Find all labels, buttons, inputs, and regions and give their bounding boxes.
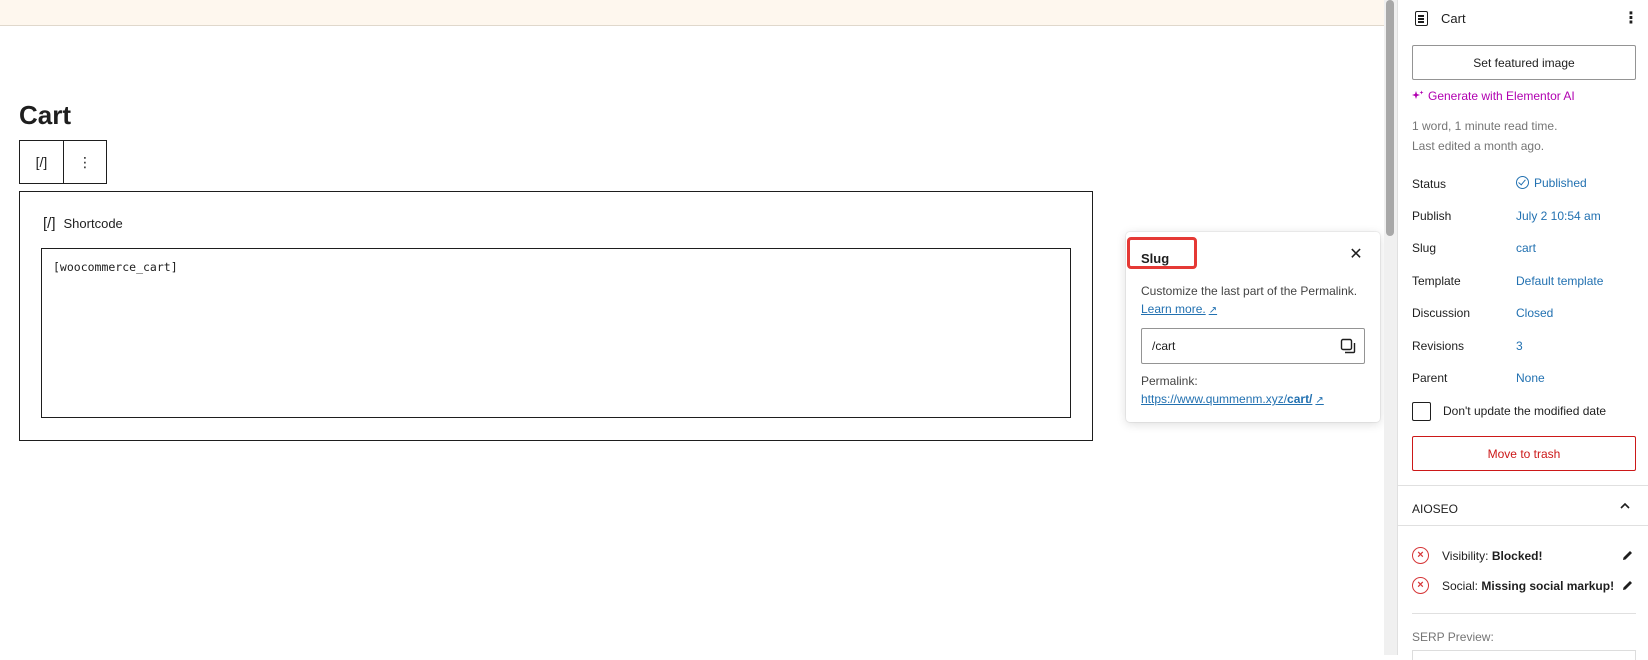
revisions-value[interactable]: 3 [1516,339,1523,353]
status-label: Status [1412,177,1447,191]
shortcode-label-text: Shortcode [63,216,123,231]
publish-date-value[interactable]: July 2 10:54 am [1516,209,1601,223]
parent-value[interactable]: None [1516,371,1545,385]
slug-input-value: /cart [1152,339,1176,353]
elementor-ai-text: Generate with Elementor AI [1428,89,1575,103]
template-label: Template [1412,274,1461,288]
word-count: 1 word, 1 minute read time. [1412,119,1558,133]
social-status: Social: Missing social markup! [1442,579,1614,593]
status-value[interactable]: Published [1516,176,1587,190]
aioseo-panel-title[interactable]: AIOSEO [1412,502,1458,516]
section-divider [1398,485,1648,486]
serp-preview-box [1412,650,1636,660]
external-link-icon: ↗ [1315,395,1324,406]
external-link-icon: ↗ [1208,305,1218,316]
elementor-ai-link[interactable]: Generate with Elementor AI [1412,89,1575,103]
modified-date-label: Don't update the modified date [1443,404,1607,418]
chevron-up-icon[interactable] [1620,501,1630,511]
published-check-icon [1516,176,1529,189]
shortcode-textarea[interactable]: [woocommerce_cart] [41,248,1071,418]
copy-icon[interactable] [1340,338,1356,354]
section-divider [1412,613,1636,614]
slug-label: Slug [1412,241,1437,255]
learn-more-text: Learn more. [1141,302,1206,316]
block-toolbar: [/] ⋮ [19,140,107,184]
social-value: Missing social markup! [1481,579,1615,593]
set-featured-image-button[interactable]: Set featured image [1412,45,1636,80]
permalink-link[interactable]: https://www.qummenm.xyz/cart/↗ [1141,392,1324,406]
slug-input[interactable]: /cart [1141,328,1365,364]
edit-social-pencil-icon[interactable] [1621,579,1634,592]
visibility-label: Visibility: [1442,549,1489,563]
settings-sidebar: Cart ⋮ Set featured image Generate with … [1397,0,1648,660]
edit-visibility-pencil-icon[interactable] [1621,549,1634,562]
shortcode-block-button[interactable]: [/] [20,141,63,183]
visibility-value: Blocked! [1491,549,1543,563]
page-title[interactable]: Cart [19,100,71,131]
learn-more-link[interactable]: Learn more. ↗ [1141,302,1217,316]
shortcode-icon: [/] [43,215,56,232]
discussion-value[interactable]: Closed [1516,306,1553,320]
social-label: Social: [1442,579,1479,593]
block-options-button[interactable]: ⋮ [62,141,106,183]
move-to-trash-button[interactable]: Move to trash [1412,436,1636,471]
section-divider [1398,525,1648,526]
visibility-status: Visibility: Blocked! [1442,549,1543,563]
shortcode-block[interactable]: [/] Shortcode [woocommerce_cart] [19,191,1093,441]
permalink-slug: cart/ [1287,392,1313,406]
last-edited: Last edited a month ago. [1412,139,1545,153]
error-icon: × [1412,577,1429,594]
slug-description: Customize the last part of the Permalink… [1141,284,1358,298]
parent-label: Parent [1412,371,1448,385]
shortcode-block-label: [/] Shortcode [43,215,123,232]
modified-date-checkbox[interactable] [1412,402,1431,421]
document-icon [1415,11,1428,26]
close-icon[interactable]: ✕ [1346,245,1366,265]
highlight-slug-popover-title [1127,237,1197,269]
permalink-label: Permalink: [1141,374,1198,388]
notice-bar [0,0,1384,26]
error-icon: × [1412,547,1429,564]
permalink-base: https://www.qummenm.xyz/ [1141,392,1288,406]
sparkle-icon [1412,90,1424,99]
status-value-text: Published [1534,176,1587,190]
more-options-icon[interactable]: ⋮ [1623,8,1639,28]
serp-preview-label: SERP Preview: [1412,630,1494,644]
slug-value[interactable]: cart [1516,241,1536,255]
template-value[interactable]: Default template [1516,274,1603,288]
publish-label: Publish [1412,209,1452,223]
discussion-label: Discussion [1412,306,1471,320]
revisions-label: Revisions [1412,339,1465,353]
scrollbar-thumb[interactable] [1386,0,1394,236]
sidebar-title: Cart [1441,11,1466,26]
